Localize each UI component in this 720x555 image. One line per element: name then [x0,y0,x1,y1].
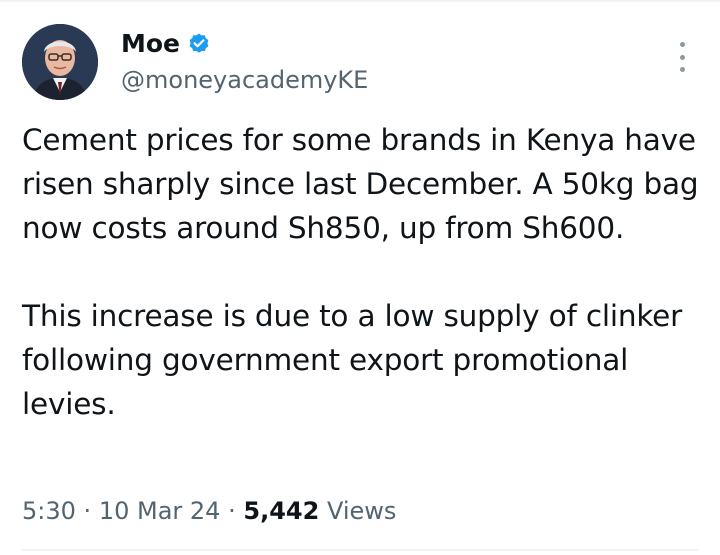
tweet-date[interactable]: 10 Mar 24 [99,497,221,525]
tweet-meta: 5:30 · 10 Mar 24 · 5,442 Views [22,494,396,528]
tweet-text: Cement prices for some brands in Kenya h… [22,118,702,426]
verified-badge-icon [187,32,211,56]
more-options-icon[interactable] [672,42,692,72]
profile-photo-icon [22,24,98,100]
meta-separator: · [228,497,236,525]
display-name[interactable]: Moe [121,28,180,60]
author-handle[interactable]: @moneyacademyKE [121,65,368,95]
views-count: 5,442 [243,497,320,525]
tweet-paragraph: Cement prices for some brands in Kenya h… [22,123,699,245]
bottom-divider [22,549,698,551]
tweet-paragraph: This increase is due to a low supply of … [22,299,683,421]
avatar[interactable] [22,24,98,100]
meta-separator: · [83,497,92,525]
author-name-row[interactable]: Moe [121,28,211,60]
tweet-time[interactable]: 5:30 [22,497,76,525]
views-label: Views [326,497,397,525]
top-divider [0,0,720,2]
